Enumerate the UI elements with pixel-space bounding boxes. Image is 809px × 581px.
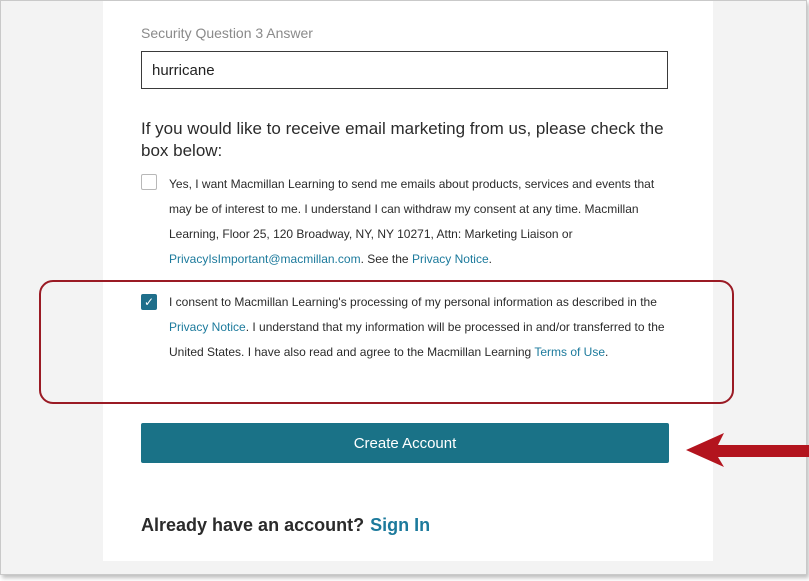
privacy-notice-link-marketing[interactable]: Privacy Notice: [412, 252, 489, 266]
consent-highlight-annotation: [39, 280, 734, 404]
left-arrow-icon: [686, 433, 809, 467]
privacy-email-link[interactable]: PrivacyIsImportant@macmillan.com: [169, 252, 361, 266]
signin-prompt: Already have an account?: [141, 515, 365, 535]
marketing-consent-text: Yes, I want Macmillan Learning to send m…: [169, 172, 669, 272]
marketing-text-mid: . See the: [360, 252, 412, 266]
screenshot-frame: Security Question 3 Answer If you would …: [0, 0, 809, 575]
sign-in-link[interactable]: Sign In: [370, 515, 430, 535]
security-question-3-label: Security Question 3 Answer: [141, 25, 313, 41]
marketing-text-before: Yes, I want Macmillan Learning to send m…: [169, 177, 655, 241]
marketing-text-end: .: [488, 252, 492, 266]
marketing-heading: If you would like to receive email marke…: [141, 119, 664, 160]
marketing-consent-checkbox[interactable]: [141, 174, 157, 190]
security-question-3-answer-input[interactable]: [141, 51, 668, 89]
signin-row: Already have an account? Sign In: [141, 515, 430, 536]
create-account-button[interactable]: Create Account: [141, 423, 669, 463]
